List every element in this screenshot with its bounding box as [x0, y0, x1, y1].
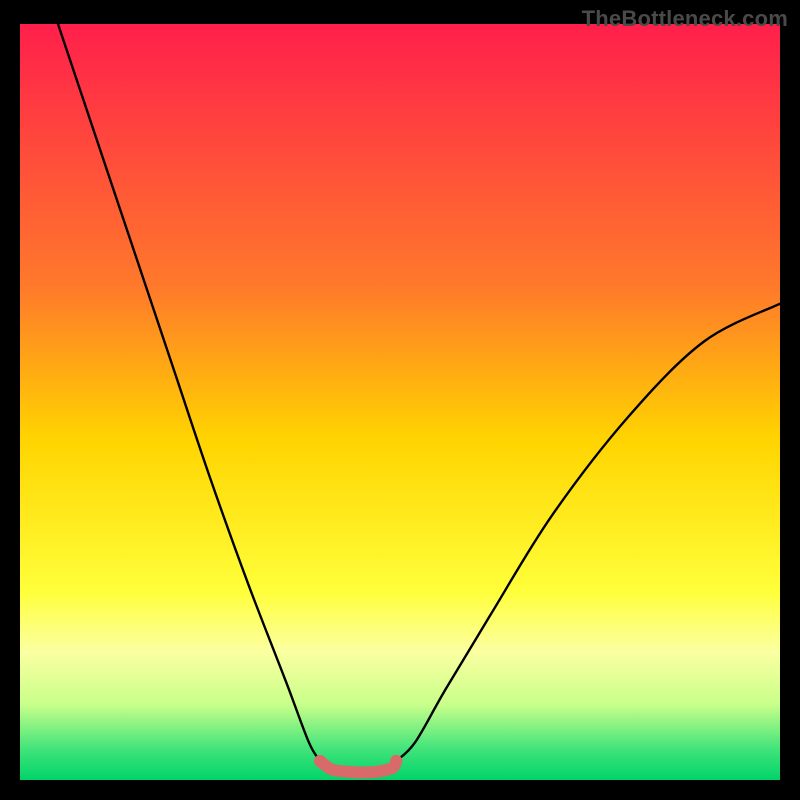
chart-frame: TheBottleneck.com: [0, 0, 800, 800]
watermark-text: TheBottleneck.com: [582, 6, 788, 32]
plot-background: [20, 24, 780, 780]
red-u-endpoint-right: [390, 755, 402, 767]
bottleneck-chart: [0, 0, 800, 800]
red-u-endpoint-left: [314, 755, 326, 767]
